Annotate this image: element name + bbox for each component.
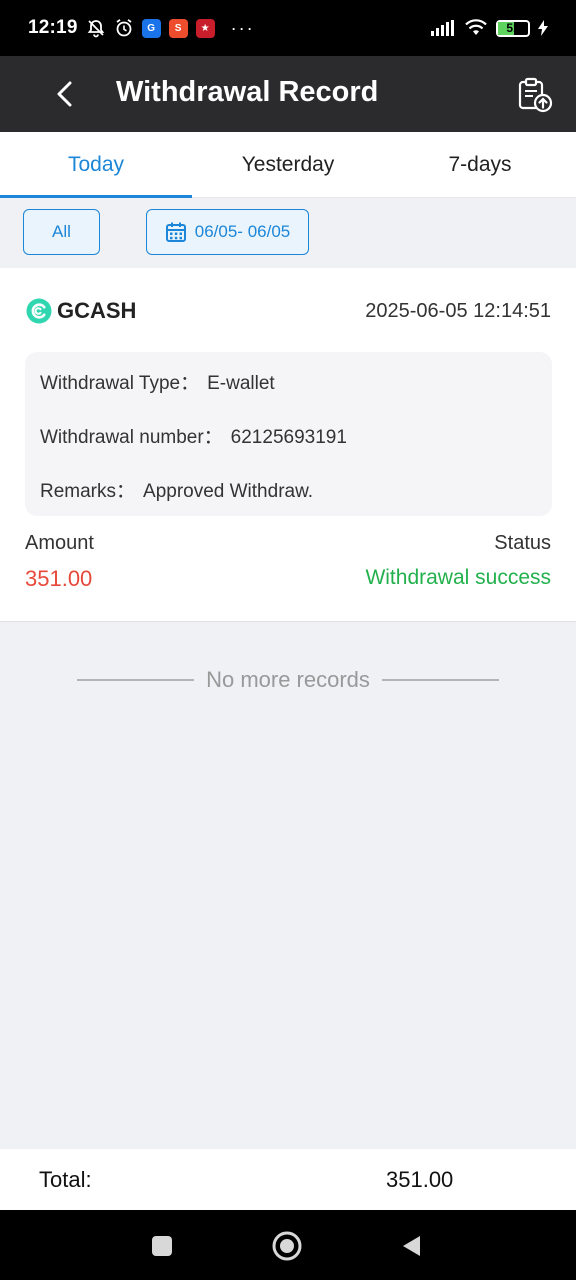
remarks-label: Remarks： bbox=[40, 481, 136, 502]
total-value: 351.00 bbox=[386, 1167, 454, 1192]
charging-icon bbox=[538, 20, 548, 36]
withdrawal-type-row: Withdrawal Type： E-wallet bbox=[40, 368, 275, 395]
withdrawal-type-value: E-wallet bbox=[207, 373, 275, 394]
app-shop-icon: S bbox=[168, 18, 188, 38]
export-record-button[interactable] bbox=[514, 74, 556, 116]
withdrawal-type-label: Withdrawal Type： bbox=[40, 373, 200, 394]
bell-off-icon bbox=[87, 20, 104, 38]
record-timestamp: 2025-06-05 12:14:51 bbox=[365, 300, 551, 322]
app-g-icon: G bbox=[141, 18, 161, 38]
home-button[interactable] bbox=[271, 1230, 303, 1262]
recents-button[interactable] bbox=[146, 1230, 178, 1262]
square-icon bbox=[152, 1236, 172, 1256]
battery-icon: 51 bbox=[496, 19, 530, 37]
date-range-button[interactable]: 06/05- 06/05 bbox=[146, 209, 309, 255]
calendar-icon bbox=[165, 222, 186, 242]
remarks-row: Remarks： Approved Withdraw. bbox=[40, 476, 313, 503]
date-tabs: Today Yesterday 7-days bbox=[0, 132, 576, 198]
header-bar: Withdrawal Record bbox=[0, 56, 576, 132]
withdrawal-record-card[interactable]: GCASH 2025-06-05 12:14:51 Withdrawal Typ… bbox=[0, 268, 576, 622]
date-range-label: 06/05- 06/05 bbox=[194, 222, 291, 241]
chevron-left-icon bbox=[57, 81, 72, 107]
status-time: 12:19 bbox=[28, 17, 78, 38]
divider-right bbox=[381, 679, 499, 681]
page-title: Withdrawal Record bbox=[116, 76, 379, 108]
tab-today[interactable]: Today bbox=[0, 132, 192, 198]
provider-name: GCASH bbox=[57, 298, 137, 323]
provider: GCASH bbox=[26, 298, 136, 324]
tab-7-days[interactable]: 7-days bbox=[384, 132, 576, 197]
home-circle-icon bbox=[272, 1231, 302, 1261]
status-label: Status bbox=[494, 532, 551, 554]
wifi-icon bbox=[465, 19, 487, 35]
status-notification-icons: G S ★ ··· bbox=[86, 18, 255, 38]
filter-row: All 06/05- 06/05 bbox=[0, 198, 576, 268]
triangle-back-icon bbox=[403, 1236, 420, 1256]
signal-icon bbox=[431, 20, 454, 36]
app-game-icon: ★ bbox=[195, 18, 215, 38]
filter-all-button[interactable]: All bbox=[23, 209, 100, 255]
more-dots-icon: ··· bbox=[230, 18, 255, 38]
tab-yesterday[interactable]: Yesterday bbox=[192, 132, 384, 197]
withdrawal-number-label: Withdrawal number： bbox=[40, 427, 223, 448]
amount-value: 351.00 bbox=[25, 566, 93, 591]
total-label: Total: bbox=[39, 1167, 92, 1192]
battery-level: 51 bbox=[506, 20, 520, 35]
list-end-indicator: No more records bbox=[0, 664, 576, 696]
alarm-icon bbox=[116, 19, 132, 37]
system-nav-bar bbox=[0, 1210, 576, 1280]
withdrawal-number-row: Withdrawal number： 62125693191 bbox=[40, 422, 347, 449]
amount-label: Amount bbox=[25, 532, 94, 554]
status-bar: 12:19 G S ★ ··· 51 bbox=[0, 0, 576, 56]
record-details: Withdrawal Type： E-wallet Withdrawal numb… bbox=[25, 352, 552, 516]
no-more-records-text: No more records bbox=[206, 667, 370, 692]
remarks-value: Approved Withdraw. bbox=[143, 481, 314, 502]
system-back-button[interactable] bbox=[396, 1230, 428, 1262]
withdrawal-number-value: 62125693191 bbox=[230, 427, 347, 448]
back-button[interactable] bbox=[44, 74, 84, 114]
status-system-icons: 51 bbox=[430, 19, 548, 37]
status-badge: Withdrawal success bbox=[365, 566, 551, 589]
total-bar: Total: 351.00 bbox=[0, 1149, 576, 1210]
divider-left bbox=[77, 679, 195, 681]
gcash-logo-icon bbox=[26, 298, 52, 324]
clipboard-upload-icon bbox=[518, 77, 553, 113]
